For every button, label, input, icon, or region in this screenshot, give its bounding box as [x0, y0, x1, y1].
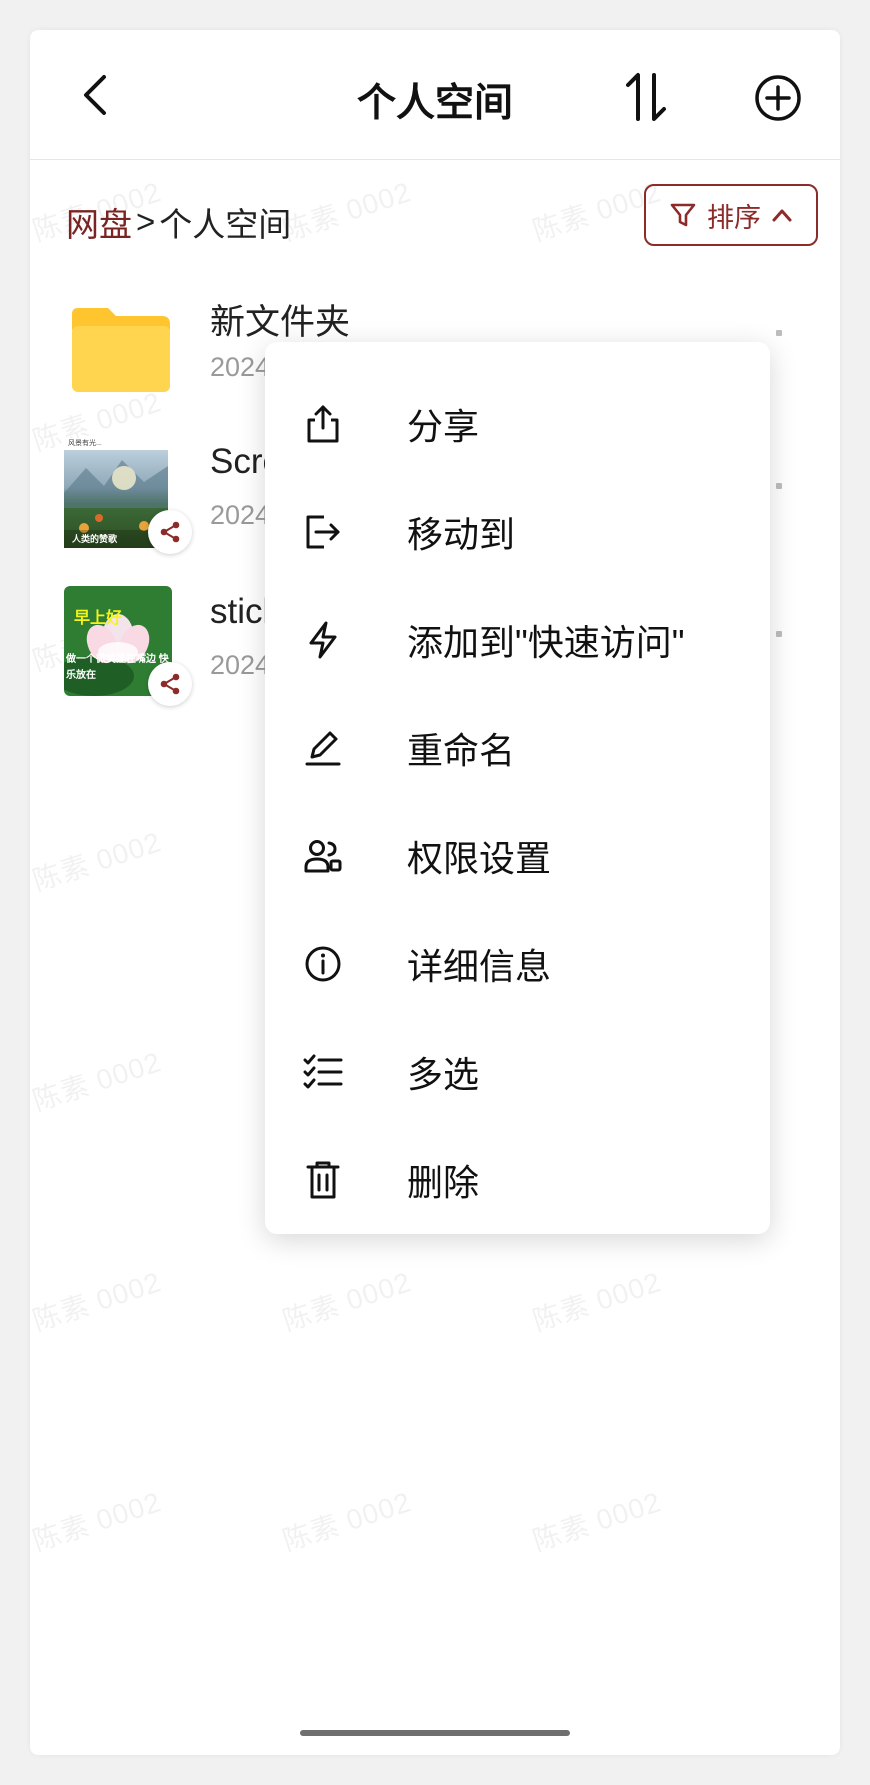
thumbnail-caption: 风景有光... [68, 440, 102, 447]
menu-item-label: 添加到"快速访问" [407, 622, 685, 663]
menu-item-move-to[interactable]: 移动到 [265, 478, 770, 586]
move-to-icon [303, 512, 343, 552]
breadcrumb-separator: > [136, 203, 156, 240]
file-date: 2024 [210, 650, 271, 680]
folder-icon [66, 290, 176, 400]
app-screen: 陈素 0002 陈素 0002 陈素 0002 陈素 0002 陈素 0002 … [30, 30, 840, 1755]
pencil-icon [303, 728, 343, 768]
menu-item-label: 详细信息 [407, 946, 552, 987]
menu-item-label: 分享 [407, 406, 480, 447]
watermark: 陈素 0002 [528, 1486, 666, 1557]
sort-button[interactable]: 排序 [644, 184, 818, 246]
file-name: 新文件夹 [210, 303, 351, 342]
sort-order-button[interactable] [620, 70, 672, 124]
watermark: 陈素 0002 [278, 1266, 416, 1337]
menu-item-permissions[interactable]: 权限设置 [265, 802, 770, 910]
trash-icon [303, 1160, 343, 1200]
menu-item-label: 权限设置 [407, 838, 552, 879]
sort-button-label: 排序 [707, 202, 761, 233]
watermark: 陈素 0002 [30, 1046, 166, 1117]
menu-item-multi-select[interactable]: 多选 [265, 1018, 770, 1126]
sort-arrows-icon [626, 73, 666, 121]
watermark: 陈素 0002 [30, 826, 166, 897]
menu-item-label: 删除 [407, 1162, 480, 1203]
home-indicator[interactable] [300, 1730, 570, 1736]
thumbnail-caption: 早上好 [74, 610, 123, 627]
breadcrumb: 网盘 > 个人空间 [66, 198, 291, 246]
thumbnail-caption: 人类的赞歌 [72, 534, 118, 544]
breadcrumb-current: 个人空间 [159, 206, 292, 243]
watermark: 陈素 0002 [278, 176, 416, 247]
more-options-icon[interactable] [776, 330, 782, 336]
filter-icon [670, 203, 696, 227]
context-menu: 分享 移动到 添加到"快速访问" 重命名 权限设置 详细信息 多选 删除 [265, 342, 770, 1234]
watermark: 陈素 0002 [528, 1266, 666, 1337]
menu-item-delete[interactable]: 删除 [265, 1126, 770, 1234]
share-icon [160, 673, 180, 695]
share-upload-icon [303, 404, 343, 444]
watermark: 陈素 0002 [30, 1486, 166, 1557]
plus-circle-icon [755, 75, 801, 121]
shared-badge [148, 662, 192, 706]
menu-item-label: 多选 [407, 1054, 480, 1095]
add-button[interactable] [752, 72, 804, 124]
more-options-icon[interactable] [776, 631, 782, 637]
top-app-bar: 个人空间 [30, 30, 840, 160]
share-icon [160, 521, 180, 543]
file-date: 2024 [210, 352, 271, 382]
file-date: 2024 [210, 500, 271, 530]
watermark: 陈素 0002 [278, 1486, 416, 1557]
breadcrumb-root-link[interactable]: 网盘 [66, 198, 132, 246]
checklist-icon [303, 1052, 343, 1092]
menu-item-details[interactable]: 详细信息 [265, 910, 770, 1018]
info-icon [303, 944, 343, 984]
menu-item-label: 移动到 [407, 514, 516, 555]
page-title: 个人空间 [356, 82, 513, 125]
lightning-icon [303, 620, 343, 660]
chevron-up-icon [772, 209, 792, 222]
users-permission-icon [303, 836, 343, 876]
more-options-icon[interactable] [776, 483, 782, 489]
menu-item-share[interactable]: 分享 [265, 370, 770, 478]
menu-item-label: 重命名 [407, 730, 516, 771]
shared-badge [148, 510, 192, 554]
watermark: 陈素 0002 [30, 1266, 166, 1337]
menu-item-rename[interactable]: 重命名 [265, 694, 770, 802]
menu-item-quick-access[interactable]: 添加到"快速访问" [265, 586, 770, 694]
